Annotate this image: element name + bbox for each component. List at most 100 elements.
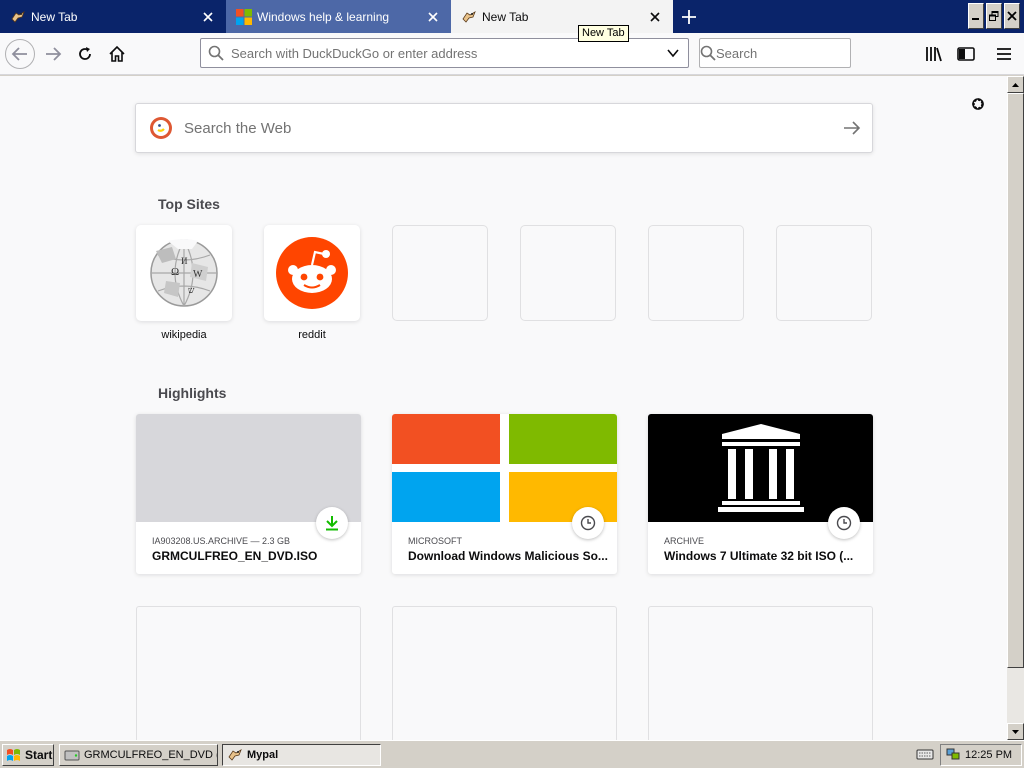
site-label: reddit: [298, 329, 326, 341]
tab-title: Windows help & learning: [257, 9, 390, 24]
tab-new-tab-active[interactable]: New Tab: [451, 0, 673, 33]
close-window-button[interactable]: [1004, 3, 1020, 29]
close-tab-icon[interactable]: [421, 5, 445, 29]
empty-site-tile: [392, 225, 488, 321]
back-arrow-icon: [11, 47, 27, 61]
web-search-box[interactable]: [135, 103, 873, 153]
keyboard-icon[interactable]: [916, 747, 934, 764]
vertical-scrollbar[interactable]: [1007, 76, 1024, 740]
sidebar-toggle-icon[interactable]: [956, 44, 976, 64]
download-icon: [316, 507, 348, 539]
top-site-wikipedia[interactable]: Ω W И ש wikipedia: [136, 225, 232, 341]
forward-arrow-icon: [46, 47, 62, 61]
highlight-card-microsoft[interactable]: MICROSOFT Download Windows Malicious So.…: [392, 414, 617, 574]
svg-text:И: И: [181, 256, 188, 266]
search-icon: [700, 45, 716, 61]
reddit-alien-icon: [276, 237, 348, 309]
svg-text:W: W: [193, 269, 203, 280]
windows-flag-icon: [7, 749, 20, 761]
close-tab-icon[interactable]: [196, 5, 220, 29]
card-title: Download Windows Malicious So...: [408, 549, 608, 563]
reload-icon: [79, 47, 91, 60]
tab-tooltip: New Tab: [578, 25, 629, 42]
card-context: ARCHIVE: [664, 536, 705, 546]
taskbar-item-mypal[interactable]: Mypal: [222, 744, 381, 766]
close-tab-icon[interactable]: [643, 5, 667, 29]
minimize-icon: [972, 18, 979, 20]
network-icon[interactable]: [946, 747, 960, 764]
tab-windows-help[interactable]: Windows help & learning: [226, 0, 451, 33]
tab-title: New Tab: [31, 9, 78, 24]
mypal-icon: [10, 9, 26, 25]
taskbar-item-download[interactable]: GRMCULFREO_EN_DVD (...: [59, 744, 218, 766]
new-tab-page: Top Sites Ω W И ש wikipedia: [0, 76, 1007, 740]
scroll-down-button[interactable]: [1007, 723, 1024, 740]
tab-title: New Tab: [482, 9, 529, 24]
site-tile[interactable]: Ω W И ש: [136, 225, 232, 321]
archive-building-icon: [718, 424, 804, 512]
plus-icon: [682, 10, 696, 24]
highlight-card-download[interactable]: IA903208.US.ARCHIVE — 2.3 GB GRMCULFREO_…: [136, 414, 361, 574]
top-site-empty: [776, 225, 872, 321]
minimize-button[interactable]: [968, 3, 984, 29]
home-button[interactable]: [102, 39, 132, 69]
back-button[interactable]: [5, 39, 35, 69]
card-title: Windows 7 Ultimate 32 bit ISO (...: [664, 549, 854, 563]
top-site-empty: [392, 225, 488, 321]
mypal-icon: [228, 749, 242, 761]
svg-text:Ω: Ω: [171, 266, 179, 278]
clock[interactable]: 12:25 PM: [965, 749, 1012, 761]
scroll-up-button[interactable]: [1007, 76, 1024, 93]
microsoft-logo-icon: [236, 8, 252, 25]
mypal-icon: [461, 9, 477, 25]
card-context: MICROSOFT: [408, 536, 462, 546]
top-sites-heading: Top Sites: [158, 196, 220, 212]
taskbar-item-label: Mypal: [247, 749, 279, 761]
highlight-card-empty: [392, 606, 617, 740]
start-label: Start: [25, 748, 53, 762]
url-bar[interactable]: [200, 38, 689, 68]
search-bar[interactable]: [699, 38, 892, 68]
highlights-heading: Highlights: [158, 385, 227, 401]
restore-button[interactable]: [986, 3, 1002, 29]
restore-icon: [989, 11, 999, 21]
tab-new-tab-1[interactable]: New Tab: [0, 0, 226, 33]
clock-icon: [828, 507, 860, 539]
card-thumbnail: [136, 414, 361, 522]
site-label: wikipedia: [161, 329, 207, 341]
top-site-reddit[interactable]: reddit: [264, 225, 360, 341]
top-site-empty: [648, 225, 744, 321]
card-context: IA903208.US.ARCHIVE — 2.3 GB: [152, 536, 291, 546]
duckduckgo-icon: [148, 115, 174, 141]
arrow-right-icon[interactable]: [832, 120, 872, 136]
tab-strip: New Tab Windows help & learning New Tab: [0, 0, 1024, 33]
navigation-toolbar: [0, 33, 1024, 75]
empty-site-tile: [520, 225, 616, 321]
site-tile[interactable]: [264, 225, 360, 321]
library-icon[interactable]: [924, 44, 944, 64]
empty-site-tile: [776, 225, 872, 321]
close-icon: [1007, 11, 1017, 21]
down-arrow-icon: [1012, 729, 1019, 734]
reload-button[interactable]: [70, 39, 100, 69]
clock-icon: [572, 507, 604, 539]
home-icon: [109, 45, 125, 62]
search-icon: [201, 45, 231, 61]
url-input[interactable]: [231, 45, 658, 61]
search-input[interactable]: [716, 45, 892, 61]
start-button[interactable]: Start: [2, 744, 54, 766]
forward-button[interactable]: [38, 39, 68, 69]
menu-icon[interactable]: [994, 44, 1014, 64]
settings-gear-icon[interactable]: [968, 94, 988, 114]
scrollbar-thumb[interactable]: [1007, 93, 1024, 668]
web-search-input[interactable]: [184, 119, 832, 137]
new-tab-button[interactable]: [676, 4, 702, 30]
highlight-card-empty: [648, 606, 873, 740]
highlight-card-archive[interactable]: ARCHIVE Windows 7 Ultimate 32 bit ISO (.…: [648, 414, 873, 574]
taskbar-item-label: GRMCULFREO_EN_DVD (...: [84, 749, 218, 761]
svg-text:ש: ש: [188, 285, 195, 295]
chevron-down-icon[interactable]: [658, 46, 688, 60]
highlight-card-empty: [136, 606, 361, 740]
top-site-empty: [520, 225, 616, 321]
archive-logo-thumbnail: [648, 414, 873, 522]
